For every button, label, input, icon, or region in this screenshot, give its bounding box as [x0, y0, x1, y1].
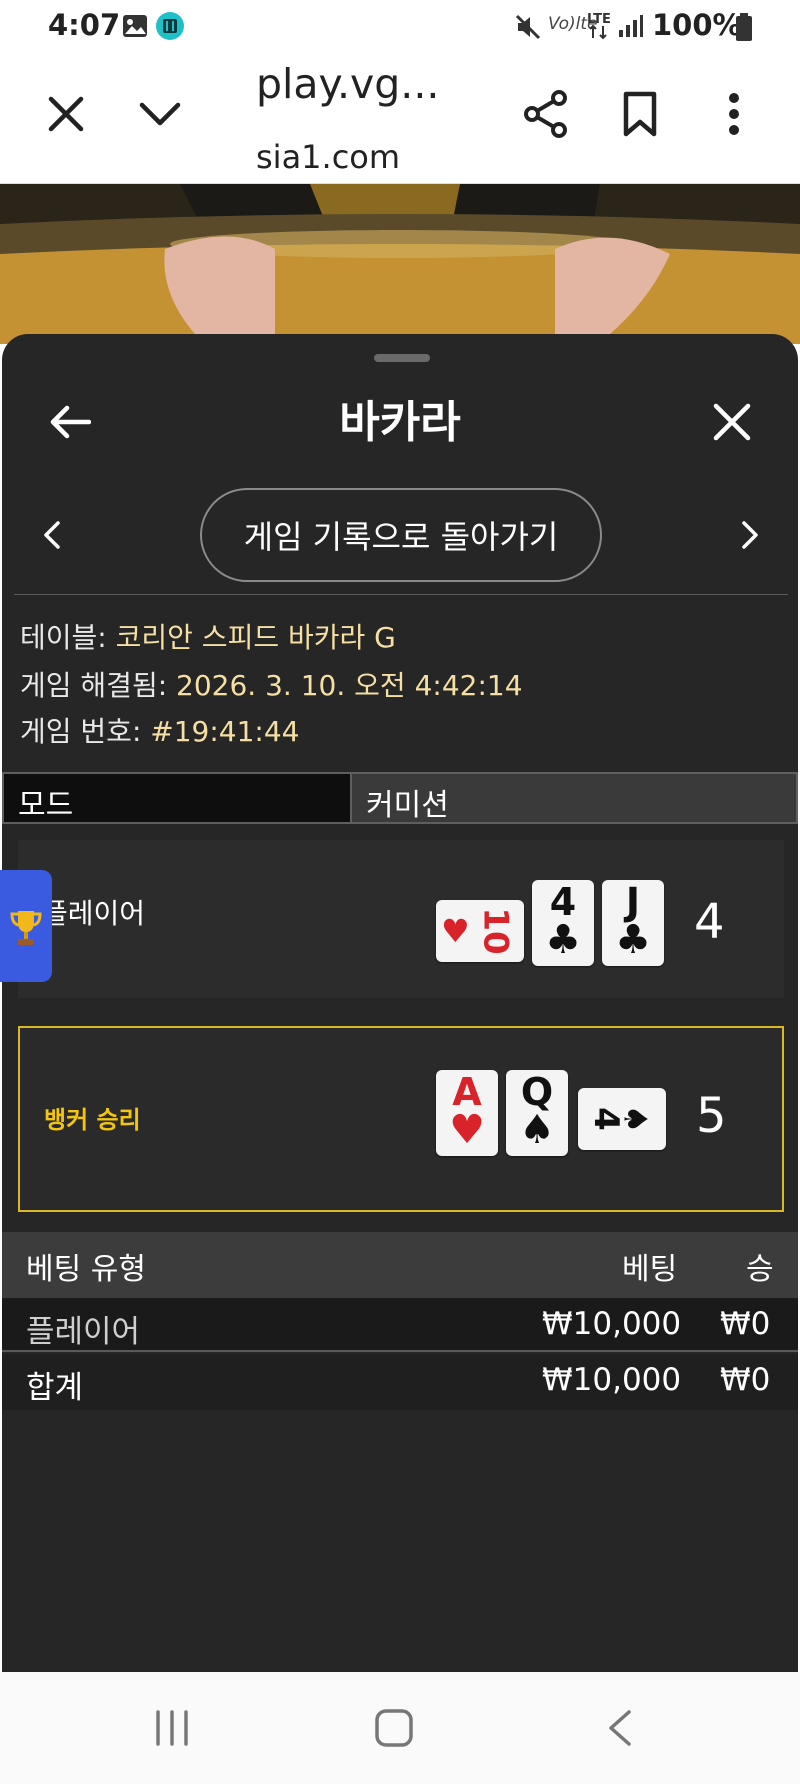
card-rank: 10	[475, 907, 516, 955]
signal-icon	[618, 14, 644, 42]
browser-toolbar: play.vg... sia1.com	[0, 56, 800, 184]
trophy-icon	[10, 908, 42, 952]
row-bet-amount: ₩10,000	[542, 1306, 682, 1342]
card-suit: ♣	[545, 917, 581, 963]
card-banker-1: A ♥	[436, 1070, 498, 1156]
header-win: 승	[746, 1252, 774, 1287]
drag-handle[interactable]	[374, 354, 430, 362]
bets-table-header: 베팅 유형 베팅 승	[2, 1232, 798, 1298]
row-bet-type: 플레이어	[26, 1314, 141, 1350]
card-player-3: J ♣	[602, 880, 664, 966]
back-to-history-button[interactable]: 게임 기록으로 돌아가기	[200, 488, 602, 582]
game-history-panel: 바카라 게임 기록으로 돌아가기 테이블: 코리안 스피드 바카라 G 게임 해…	[2, 334, 798, 1672]
divider	[14, 594, 788, 595]
resolved-label: 게임 해결됨:	[20, 669, 168, 702]
mode-tabs: 모드 커미션	[2, 772, 798, 824]
url-text-secondary[interactable]: sia1.com	[256, 138, 400, 176]
more-options-icon[interactable]	[702, 82, 766, 146]
card-rank: J	[625, 880, 641, 924]
table-value: 코리안 스피드 바카라 G	[115, 621, 396, 654]
header-bet: 베팅	[622, 1252, 678, 1287]
card-player-1: ♥ 10	[436, 900, 524, 962]
battery-icon	[736, 13, 752, 45]
row-win-amount: ₩0	[720, 1306, 771, 1342]
card-suit: ♥	[440, 912, 470, 950]
status-time: 4:07	[48, 8, 121, 42]
chevron-down-icon[interactable]	[128, 82, 192, 146]
table-row: 플레이어 ₩10,000 ₩0	[2, 1298, 798, 1352]
card-rank: 4	[549, 880, 577, 924]
total-win-amount: ₩0	[720, 1362, 771, 1398]
close-panel-icon[interactable]	[700, 390, 764, 454]
app-notification-icon	[155, 11, 185, 45]
card-suit: ♥	[449, 1107, 485, 1153]
card-rank: Q	[520, 1070, 554, 1114]
game-number-value: #19:41:44	[150, 715, 300, 748]
url-text-primary[interactable]: play.vg...	[256, 60, 439, 108]
card-banker-3: 4 ♠	[578, 1088, 666, 1150]
player-hand: 플레이어 ♥ 10 4 ♣ J ♣ 4	[18, 840, 784, 998]
total-bet-amount: ₩10,000	[542, 1362, 682, 1398]
lte-icon: LTE	[586, 10, 612, 44]
prev-chevron-icon[interactable]	[30, 510, 74, 560]
live-dealer-video	[0, 184, 800, 344]
banker-score: 5	[696, 1088, 727, 1144]
table-info: 테이블: 코리안 스피드 바카라 G	[20, 616, 396, 656]
side-trophy-tab[interactable]	[0, 870, 52, 982]
close-tab-icon[interactable]	[34, 82, 98, 146]
game-number-label: 게임 번호:	[20, 715, 142, 748]
tab-mode[interactable]: 모드	[2, 772, 352, 824]
mute-icon	[514, 13, 542, 45]
status-bar: 4:07 Vo)lte LTE 100%	[0, 0, 800, 56]
banker-hand: 뱅커 승리 A ♥ Q ♠ 4 ♠ 5	[18, 1026, 784, 1212]
table-label: 테이블:	[20, 621, 107, 654]
battery-percent: 100%	[652, 8, 742, 42]
tab-commission[interactable]: 커미션	[352, 772, 798, 824]
system-nav-bar	[0, 1672, 800, 1784]
gallery-notification-icon	[122, 14, 148, 42]
resolved-info: 게임 해결됨: 2026. 3. 10. 오전 4:42:14	[20, 664, 523, 704]
resolved-value: 2026. 3. 10. 오전 4:42:14	[176, 669, 523, 702]
header-bet-type: 베팅 유형	[26, 1252, 146, 1287]
svg-text:LTE: LTE	[587, 12, 611, 27]
home-icon[interactable]	[362, 1696, 426, 1760]
total-row: 합계 ₩10,000 ₩0	[2, 1354, 798, 1410]
panel-title: 바카라	[339, 397, 461, 448]
banker-win-label: 뱅커 승리	[44, 1106, 141, 1134]
recent-apps-icon[interactable]	[140, 1696, 204, 1760]
card-suit: ♣	[615, 917, 651, 963]
next-chevron-icon[interactable]	[728, 510, 772, 560]
bookmark-icon[interactable]	[608, 82, 672, 146]
card-player-2: 4 ♣	[532, 880, 594, 966]
share-icon[interactable]	[514, 82, 578, 146]
card-banker-2: Q ♠	[506, 1070, 568, 1156]
player-label: 플레이어	[42, 897, 146, 930]
card-suit: ♠	[519, 1107, 555, 1153]
card-suit: ♠	[616, 1104, 655, 1134]
game-number-info: 게임 번호: #19:41:44	[20, 710, 300, 750]
card-rank: A	[452, 1070, 482, 1114]
total-label: 합계	[26, 1370, 84, 1406]
back-nav-icon[interactable]	[588, 1696, 652, 1760]
player-score: 4	[694, 894, 725, 950]
